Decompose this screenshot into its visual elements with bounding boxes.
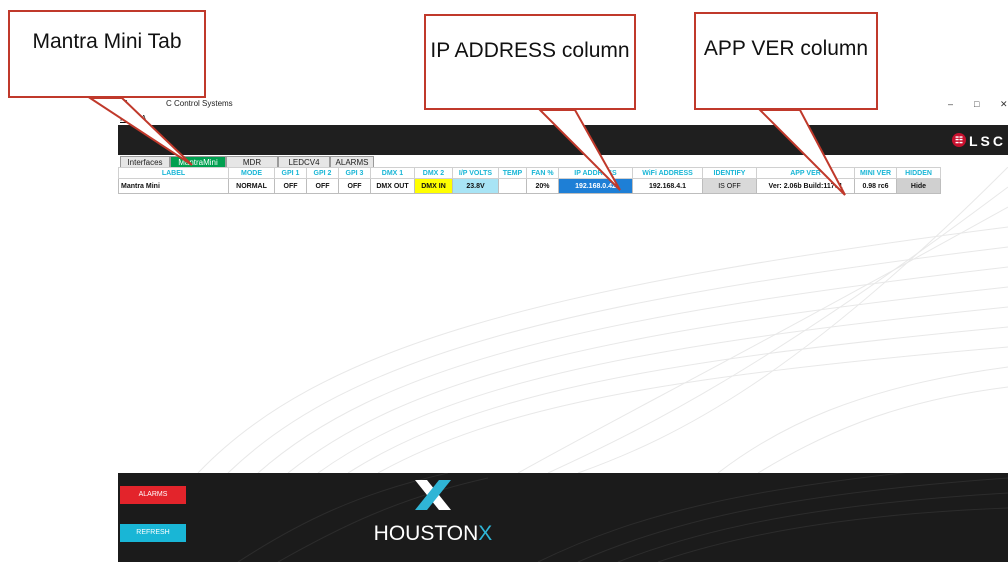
- callout-tab: Mantra Mini Tab: [8, 10, 206, 98]
- callout-pointer-app: [757, 109, 846, 196]
- callout-ip-address: IP ADDRESS column: [424, 14, 636, 110]
- callout-pointer-tab: [86, 97, 193, 166]
- callout-pointer-ip: [537, 109, 621, 191]
- callout-app-ver: APP VER column: [694, 12, 878, 110]
